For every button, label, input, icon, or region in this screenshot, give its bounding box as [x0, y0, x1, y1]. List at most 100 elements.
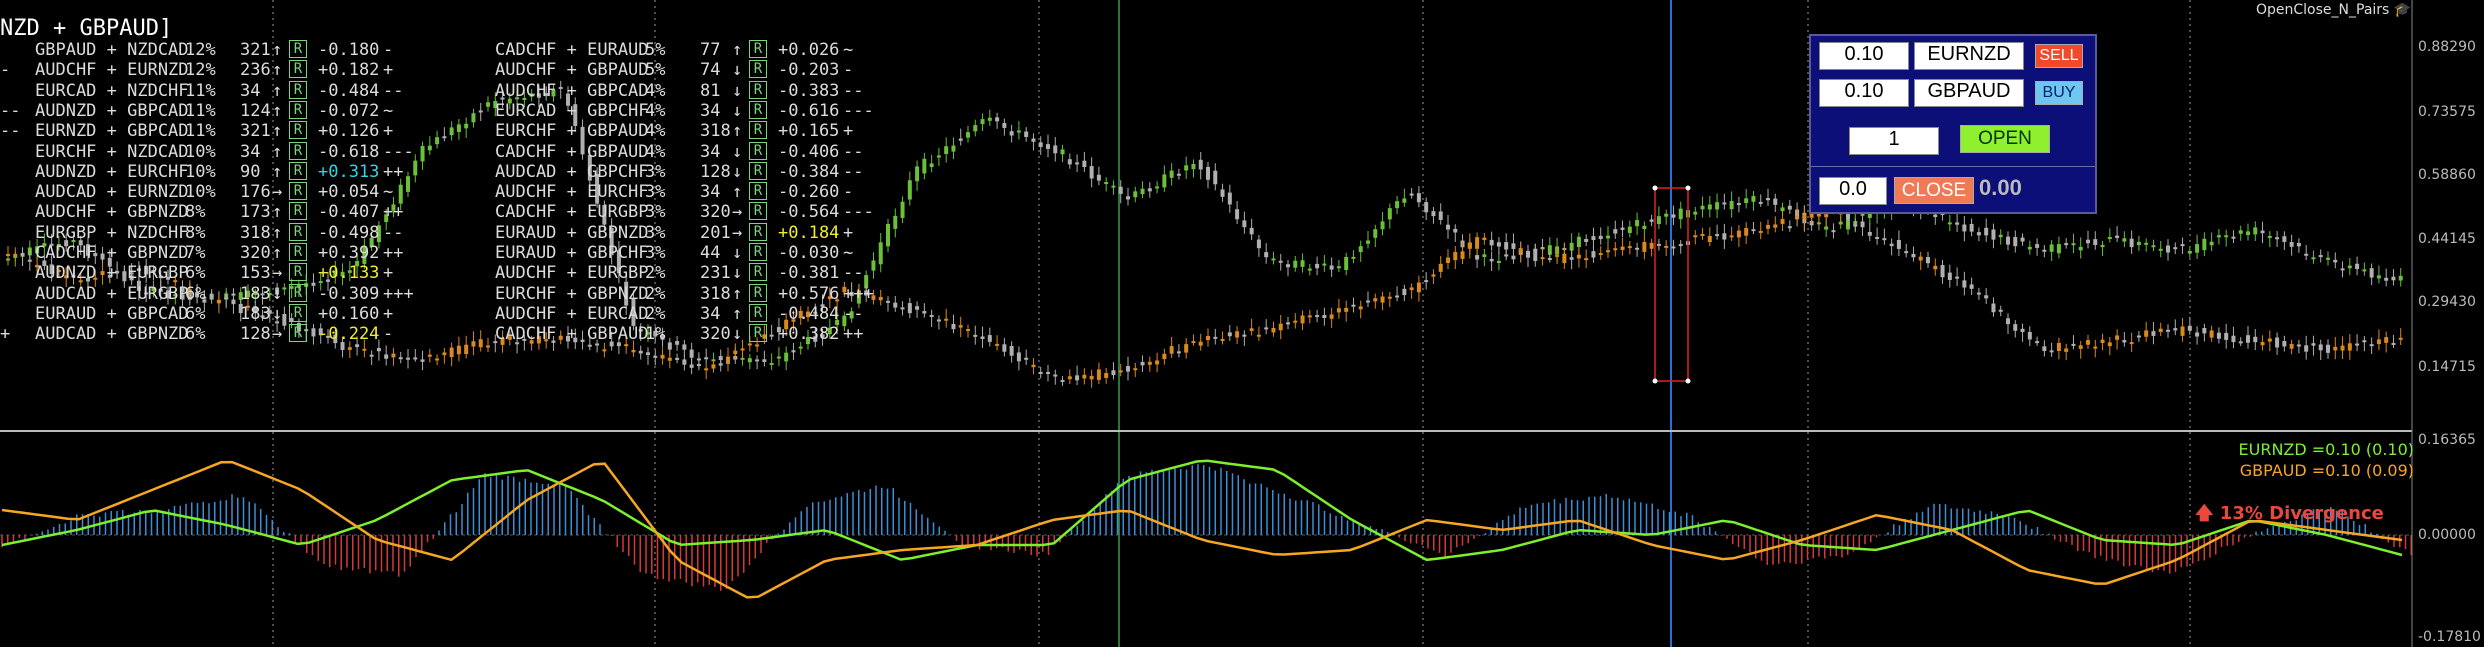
candle-body — [1366, 300, 1370, 303]
candle-body — [1184, 165, 1189, 171]
candle-body — [1613, 229, 1618, 234]
candle-body — [1031, 138, 1036, 142]
close-button[interactable]: CLOSE — [1894, 177, 1974, 204]
candle-body — [2398, 337, 2403, 340]
pair-row-tag: R — [289, 283, 307, 302]
pair-row-tag: R — [289, 182, 307, 201]
candle-body — [2144, 242, 2149, 245]
candle-body — [398, 184, 403, 204]
candle-body — [2311, 257, 2316, 260]
candle-body — [449, 127, 454, 136]
candle-body — [2333, 346, 2338, 351]
open-button[interactable]: OPEN — [1960, 125, 2050, 153]
buy-button[interactable]: BUY — [2035, 81, 2083, 105]
candle-body — [2275, 237, 2280, 240]
pair-row-pct: 3% — [645, 243, 666, 263]
candle-body — [1169, 170, 1174, 178]
candle-body — [1140, 361, 1145, 366]
candle-body — [1329, 314, 1334, 319]
symbol-input-2[interactable]: GBPAUD — [1914, 79, 2024, 107]
pair-row-pct: 3% — [645, 182, 666, 203]
close-value-input[interactable]: 0.0 — [1819, 177, 1887, 205]
pair-row-arrow: ↑ — [272, 60, 283, 81]
pair-row-tag: R — [289, 100, 307, 119]
pair-row-tag: R — [749, 161, 767, 180]
candle-body — [973, 125, 978, 132]
multiplier-input[interactable]: 1 — [1849, 127, 1939, 155]
candle-body — [1067, 159, 1072, 165]
selection-handle[interactable] — [1652, 185, 1658, 191]
candle-body — [2107, 342, 2112, 347]
candle-body — [2078, 345, 2083, 349]
candle-body — [1322, 263, 1327, 266]
candle-body — [1715, 234, 1720, 237]
selection-handle[interactable] — [1685, 185, 1691, 191]
candle-body — [1075, 375, 1080, 381]
pair-row-arrow: ↑ — [272, 222, 283, 243]
pair-row-num: 153 — [240, 263, 271, 284]
pair-row-arrow: ↓ — [272, 303, 283, 324]
candle-body — [2180, 244, 2185, 247]
pair-row-pct: 8% — [185, 202, 206, 223]
candle-body — [2231, 335, 2236, 343]
candle-body — [1773, 198, 1778, 205]
lot-input-1[interactable]: 0.10 — [1819, 42, 1909, 70]
candle-body — [929, 163, 934, 168]
pair-row-tag: R — [749, 222, 767, 241]
candle-body — [1016, 352, 1021, 362]
candle-body — [1678, 244, 1683, 247]
candle-body — [587, 344, 592, 347]
pair-row-arrow: ↓ — [732, 243, 743, 263]
candle-body — [456, 124, 461, 132]
candle-body — [2078, 246, 2083, 251]
pair-row-arrow: ↑ — [272, 121, 283, 142]
pair-row-num: 77 — [700, 40, 721, 60]
candle-body — [427, 145, 432, 151]
pair-row-pct: 4% — [645, 141, 666, 162]
candle-body — [1729, 235, 1734, 238]
pair-row-pct: 11% — [185, 121, 216, 142]
lot-input-2[interactable]: 0.10 — [1819, 79, 1909, 107]
candle-body — [2122, 340, 2127, 343]
candle-body — [2267, 338, 2272, 342]
candle-body — [1933, 214, 1938, 218]
selection-handle[interactable] — [1685, 378, 1691, 384]
candle-body — [624, 344, 629, 347]
candle-body — [878, 242, 883, 265]
legend-eurnzd: EURNZD =0.10 (0.10) — [2238, 440, 2415, 459]
candle-body — [2224, 332, 2229, 340]
symbol-input-1[interactable]: EURNZD — [1914, 42, 2024, 70]
candle-body — [2347, 343, 2352, 351]
candle-body — [1147, 361, 1152, 365]
pair-row-pct: 11% — [185, 100, 216, 121]
pair-row-num: 34 — [240, 80, 261, 101]
candle-body — [1126, 366, 1130, 372]
candle-body — [2282, 341, 2287, 347]
pair-row-val: +0.382 — [778, 324, 840, 345]
pair-row-pct: 4% — [645, 80, 666, 101]
selection-handle[interactable] — [1652, 378, 1658, 384]
candle-body — [2136, 335, 2141, 338]
candle-body — [1962, 224, 1967, 232]
pair-row-val: +0.165 — [778, 121, 840, 142]
candle-body — [1766, 224, 1770, 229]
pair-row-sig: ~ — [843, 243, 854, 263]
candle-body — [1933, 265, 1938, 270]
pair-row-sig: ~ — [843, 40, 854, 60]
candle-body — [1286, 264, 1290, 268]
candle-body — [1751, 196, 1756, 202]
candle-body — [1256, 239, 1261, 249]
sell-button[interactable]: SELL — [2035, 44, 2083, 68]
candle-body — [1300, 260, 1305, 267]
pair-row-tag: R — [289, 141, 307, 160]
pair-row-pair: AUDNZD + EURCHF — [35, 161, 189, 182]
pair-row-pct: 6% — [185, 283, 206, 304]
pair-row-sig: -- — [843, 161, 864, 182]
candle-body — [1104, 182, 1109, 185]
candle-body — [2071, 243, 2076, 246]
candle-body — [2369, 344, 2374, 347]
candle-body — [2064, 243, 2069, 246]
pair-row-arrow: ↑ — [272, 80, 283, 101]
candle-body — [435, 358, 440, 361]
pair-row-sig: --- — [843, 100, 874, 121]
